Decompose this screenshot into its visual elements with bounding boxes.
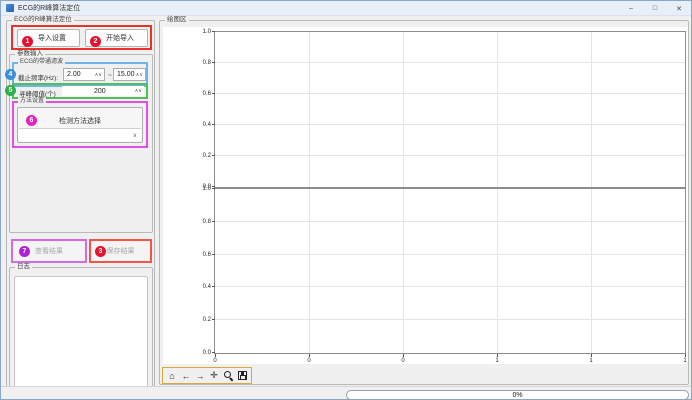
cutoff-high-spinbox[interactable]: 15.00 ∧∨ (113, 68, 146, 81)
cutoff-high-value: 15.00 (114, 71, 136, 78)
plot-area-group: 绘图区 0.00.20.40.60.81.0 0.00.20.40.60.81.… (159, 20, 689, 385)
plot-area-group-title: 绘图区 (165, 16, 189, 24)
progress-text: 0% (512, 392, 522, 399)
log-group-title: 日志 (15, 263, 32, 271)
close-button[interactable]: ✕ (667, 1, 691, 16)
method-settings-title: 方法设置 (18, 97, 46, 105)
step-badge-1: 1 (22, 36, 33, 47)
view-results-label: 查看结果 (35, 246, 63, 256)
method-settings-box: 方法设置 6 检测方法选择 ∨ (12, 101, 148, 148)
subplot-bottom-axes: 0.00.20.40.60.81.0000111 (214, 188, 686, 354)
window-title: ECG的R峰算法定位 (18, 3, 80, 13)
peak-threshold-value: 200 (62, 88, 135, 95)
cutoff-frequency-label: 截止频率(Hz): (18, 72, 58, 82)
log-textarea[interactable] (14, 276, 148, 388)
cutoff-low-spinbox[interactable]: 2.00 ∧∨ (63, 68, 105, 81)
minimize-button[interactable]: – (619, 1, 643, 16)
cutoff-low-value: 2.00 (64, 71, 95, 78)
statusbar: 0% (1, 386, 692, 400)
subplot-top-axes: 0.00.20.40.60.81.0 (214, 31, 686, 188)
spinner-arrows-icon[interactable]: ∧∨ (135, 88, 144, 94)
window-controls: – □ ✕ (619, 1, 691, 16)
detection-method-value (19, 137, 22, 144)
pan-icon[interactable]: ✛ (209, 369, 219, 382)
step-badge-7: 7 (19, 246, 30, 257)
detection-method-combobox[interactable]: ∨ (19, 128, 141, 141)
zoom-icon[interactable] (223, 369, 233, 382)
app-window: ECG的R峰算法定位 – □ ✕ ECG的R峰算法定位 1 导入设置 2 开始导… (0, 0, 692, 400)
forward-icon[interactable]: → (195, 369, 205, 382)
left-panel-group-title: ECG的R峰算法定位 (12, 16, 74, 24)
step-badge-5: 5 (5, 85, 16, 96)
save-results-label: 保存结果 (107, 246, 135, 256)
spinner-arrows-icon[interactable]: ∧∨ (95, 72, 104, 78)
bandpass-filter-title: ECG的带通滤波 (18, 58, 65, 66)
app-icon (6, 4, 14, 12)
parameter-input-group-title: 参数输入 (15, 50, 45, 58)
range-separator: ~ (108, 72, 112, 79)
start-import-button[interactable]: 2 开始导入 (85, 29, 148, 47)
save-figure-icon[interactable] (237, 369, 247, 382)
back-icon[interactable]: ← (181, 369, 191, 382)
view-results-annotation-box: 查看结果 7 (11, 239, 87, 263)
import-annotation-box: 1 导入设置 2 开始导入 (11, 25, 152, 50)
chevron-down-icon: ∨ (133, 132, 137, 139)
titlebar: ECG的R峰算法定位 – □ ✕ (1, 1, 691, 16)
progress-bar: 0% (346, 390, 689, 400)
import-settings-label: 导入设置 (38, 33, 66, 43)
log-group: 日志 (9, 267, 153, 393)
save-results-annotation-box: 保存结果 3 (89, 239, 152, 263)
step-badge-3: 3 (95, 246, 106, 257)
method-panel: 6 检测方法选择 ∨ (17, 107, 143, 143)
spinner-arrows-icon[interactable]: ∧∨ (136, 72, 145, 78)
maximize-button[interactable]: □ (643, 1, 667, 16)
step-badge-2: 2 (90, 36, 101, 47)
start-import-label: 开始导入 (106, 33, 134, 43)
step-badge-6: 6 (26, 115, 37, 126)
import-settings-button[interactable]: 1 导入设置 (17, 29, 80, 47)
plot-canvas[interactable]: 0.00.20.40.60.81.0 0.00.20.40.60.81.0000… (163, 27, 688, 364)
peak-threshold-spinbox[interactable]: 200 ∧∨ (62, 86, 144, 96)
plot-toolbar: ⌂ ← → ✛ (162, 367, 252, 384)
step-badge-4: 4 (5, 69, 16, 80)
home-icon[interactable]: ⌂ (167, 369, 177, 382)
